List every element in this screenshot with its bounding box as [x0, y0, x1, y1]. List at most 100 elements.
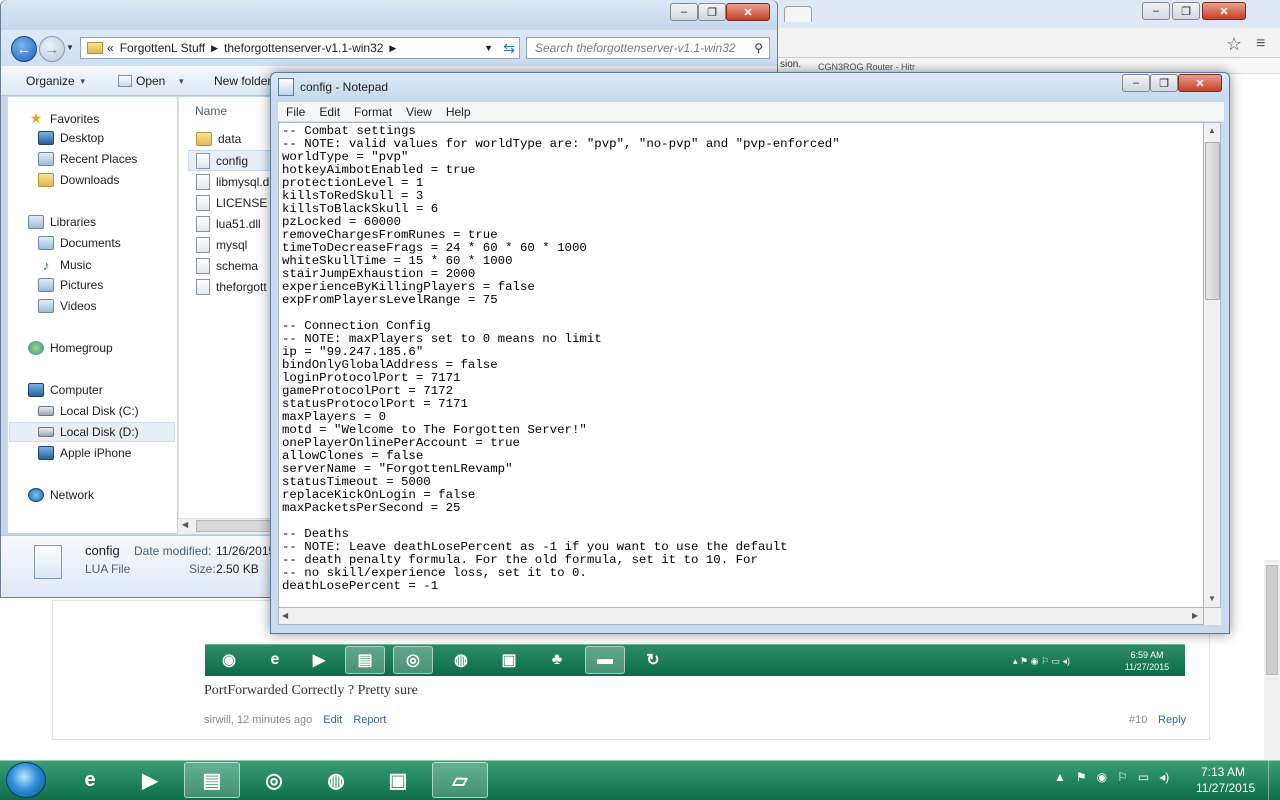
notepad-maximize-button[interactable]: ❐ — [1150, 74, 1178, 92]
bookmark-item[interactable]: sion. — [780, 59, 801, 70]
back-arrow-icon[interactable]: ← — [11, 36, 37, 62]
menu-icon[interactable]: ≡ — [1256, 35, 1265, 53]
breadcrumb-separator-icon[interactable]: ▶ — [389, 43, 396, 54]
file-row-libmysql[interactable]: libmysql.d — [196, 174, 269, 190]
nav-label: Videos — [60, 299, 97, 313]
forward-arrow-icon[interactable]: → — [39, 36, 65, 62]
organize-button[interactable]: Organize ▼ — [26, 74, 87, 88]
file-row-license[interactable]: LICENSE — [196, 195, 267, 211]
nav-item-music[interactable]: ♪ Music — [38, 257, 92, 273]
action-center-icon[interactable]: ⚑ — [1076, 770, 1087, 784]
notepad-text-area[interactable]: -- Combat settings -- NOTE: valid values… — [278, 122, 1204, 608]
file-list-scrollbar-thumb[interactable] — [196, 520, 272, 532]
videos-icon — [38, 299, 54, 313]
menu-file[interactable]: File — [278, 105, 311, 119]
file-row-schema[interactable]: schema — [196, 258, 258, 274]
notepad-close-button[interactable]: ✕ — [1178, 74, 1222, 92]
notepad-titlebar[interactable] — [271, 73, 1229, 101]
start-button[interactable] — [6, 762, 46, 798]
firefox-taskbar-icon[interactable]: ◍ — [308, 762, 364, 798]
refresh-icon[interactable]: ⇆ — [503, 40, 515, 57]
browser-minimize-button[interactable]: – — [1142, 2, 1170, 20]
explorer-minimize-button[interactable]: – — [670, 3, 698, 21]
explorer-taskbar-icon[interactable]: ▤ — [184, 762, 240, 798]
network-tray-icon[interactable]: ▭ — [1138, 770, 1149, 784]
explorer-address-bar[interactable]: « ForgottenL Stuff ▶ theforgottenserver-… — [80, 37, 520, 59]
breadcrumb-item-theforgottenserver[interactable]: theforgottenserver-v1.1-win32 — [224, 41, 383, 55]
report-link[interactable]: Report — [353, 714, 386, 726]
show-desktop-button[interactable] — [1268, 760, 1280, 800]
breadcrumb-item-forgottenl-stuff[interactable]: ForgottenL Stuff — [120, 41, 205, 55]
scroll-right-icon[interactable]: ▶ — [1192, 611, 1198, 620]
notepad-minimize-button[interactable]: – — [1122, 74, 1150, 92]
nav-label: Computer — [50, 383, 103, 397]
nav-item-local-disk-c[interactable]: Local Disk (C:) — [38, 404, 139, 418]
bookmark-item[interactable]: CGN3ROG Router - Hitr — [818, 62, 915, 72]
text-file-icon — [196, 195, 210, 211]
browser-new-tab[interactable] — [784, 6, 812, 22]
scroll-left-icon[interactable]: ◀ — [282, 611, 288, 620]
browser-scrollbar-thumb[interactable] — [1266, 565, 1278, 675]
scroll-down-icon[interactable]: ▼ — [1208, 594, 1216, 603]
search-icon[interactable]: ⚲ — [754, 41, 763, 55]
scroll-left-icon[interactable]: ◀ — [182, 520, 188, 529]
embedded-tray-icons: ▴ ⚑ ◉ ⚐ ▭ ◂) — [1013, 656, 1071, 666]
explorer-search-input[interactable]: Search theforgottenserver-v1.1-win32 ⚲ — [526, 37, 770, 59]
column-header-name[interactable]: Name — [195, 104, 227, 118]
file-name: libmysql.d — [216, 175, 270, 189]
star-icon[interactable]: ☆ — [1226, 34, 1242, 55]
nav-item-favorites[interactable]: ★ Favorites — [28, 110, 100, 127]
nav-item-recent-places[interactable]: Recent Places — [38, 152, 137, 166]
menu-help[interactable]: Help — [438, 105, 477, 119]
nav-item-downloads[interactable]: Downloads — [38, 173, 119, 187]
browser-maximize-button[interactable]: ❐ — [1172, 2, 1200, 20]
nav-item-videos[interactable]: Videos — [38, 299, 96, 313]
nav-item-network[interactable]: Network — [28, 488, 94, 502]
notepad-horizontal-scrollbar[interactable] — [278, 608, 1204, 625]
browser-close-button[interactable]: ✕ — [1202, 2, 1246, 20]
address-dropdown-icon[interactable]: ▼ — [484, 43, 493, 53]
file-row-mysql[interactable]: mysql — [196, 237, 247, 253]
explorer-maximize-button[interactable]: ❐ — [698, 3, 726, 21]
nav-item-libraries[interactable]: Libraries — [28, 215, 96, 229]
explorer-close-button[interactable]: ✕ — [726, 3, 770, 21]
antivirus-icon[interactable]: ◉ — [1097, 770, 1107, 784]
nav-item-homegroup[interactable]: Homegroup — [28, 341, 113, 355]
notepad-taskbar-icon[interactable]: ▱ — [432, 762, 488, 798]
nav-item-pictures[interactable]: Pictures — [38, 278, 103, 292]
new-folder-button[interactable]: New folder — [214, 74, 271, 88]
internet-explorer-taskbar-icon[interactable]: e — [62, 762, 118, 798]
nav-item-apple-iphone[interactable]: Apple iPhone — [38, 446, 131, 460]
menu-view[interactable]: View — [398, 105, 438, 119]
show-hidden-icons-icon[interactable]: ▲ — [1054, 770, 1066, 784]
device-icon[interactable]: ⚐ — [1117, 770, 1128, 784]
nav-item-local-disk-d[interactable]: Local Disk (D:) — [38, 425, 139, 439]
volume-icon[interactable]: ◂) — [1159, 770, 1169, 784]
menu-format[interactable]: Format — [346, 105, 398, 119]
app-taskbar-icon[interactable]: ▣ — [370, 762, 426, 798]
reply-link[interactable]: Reply — [1158, 714, 1186, 726]
chrome-taskbar-icon[interactable]: ◎ — [246, 762, 302, 798]
notepad-size-grip[interactable] — [1204, 608, 1221, 625]
open-button[interactable]: Open ▼ — [118, 74, 185, 88]
nav-item-computer[interactable]: Computer — [28, 383, 103, 397]
explorer-titlebar[interactable] — [1, 0, 777, 30]
post-number-link[interactable]: #10 — [1129, 714, 1147, 726]
breadcrumb-overflow[interactable]: « — [107, 41, 114, 55]
recent-pages-dropdown-icon[interactable]: ▼ — [66, 43, 74, 52]
scroll-up-icon[interactable]: ▲ — [1208, 126, 1216, 135]
file-row-config[interactable]: config — [196, 153, 248, 169]
browser-address-bar[interactable] — [776, 28, 1280, 58]
file-row-theforgotten[interactable]: theforgott — [196, 279, 267, 295]
nav-item-documents[interactable]: Documents — [38, 236, 121, 250]
nav-item-desktop[interactable]: Desktop — [38, 131, 104, 145]
file-row-data[interactable]: data — [196, 132, 241, 146]
edit-link[interactable]: Edit — [323, 714, 342, 726]
notepad-icon[interactable] — [278, 78, 294, 96]
taskbar-clock[interactable]: 7:13 AM 11/27/2015 — [1196, 764, 1255, 796]
file-row-lua51[interactable]: lua51.dll — [196, 216, 261, 232]
breadcrumb-separator-icon[interactable]: ▶ — [211, 43, 218, 54]
notepad-scrollbar-thumb[interactable] — [1205, 142, 1220, 300]
media-player-taskbar-icon[interactable]: ▶ — [122, 762, 178, 798]
menu-edit[interactable]: Edit — [311, 105, 346, 119]
